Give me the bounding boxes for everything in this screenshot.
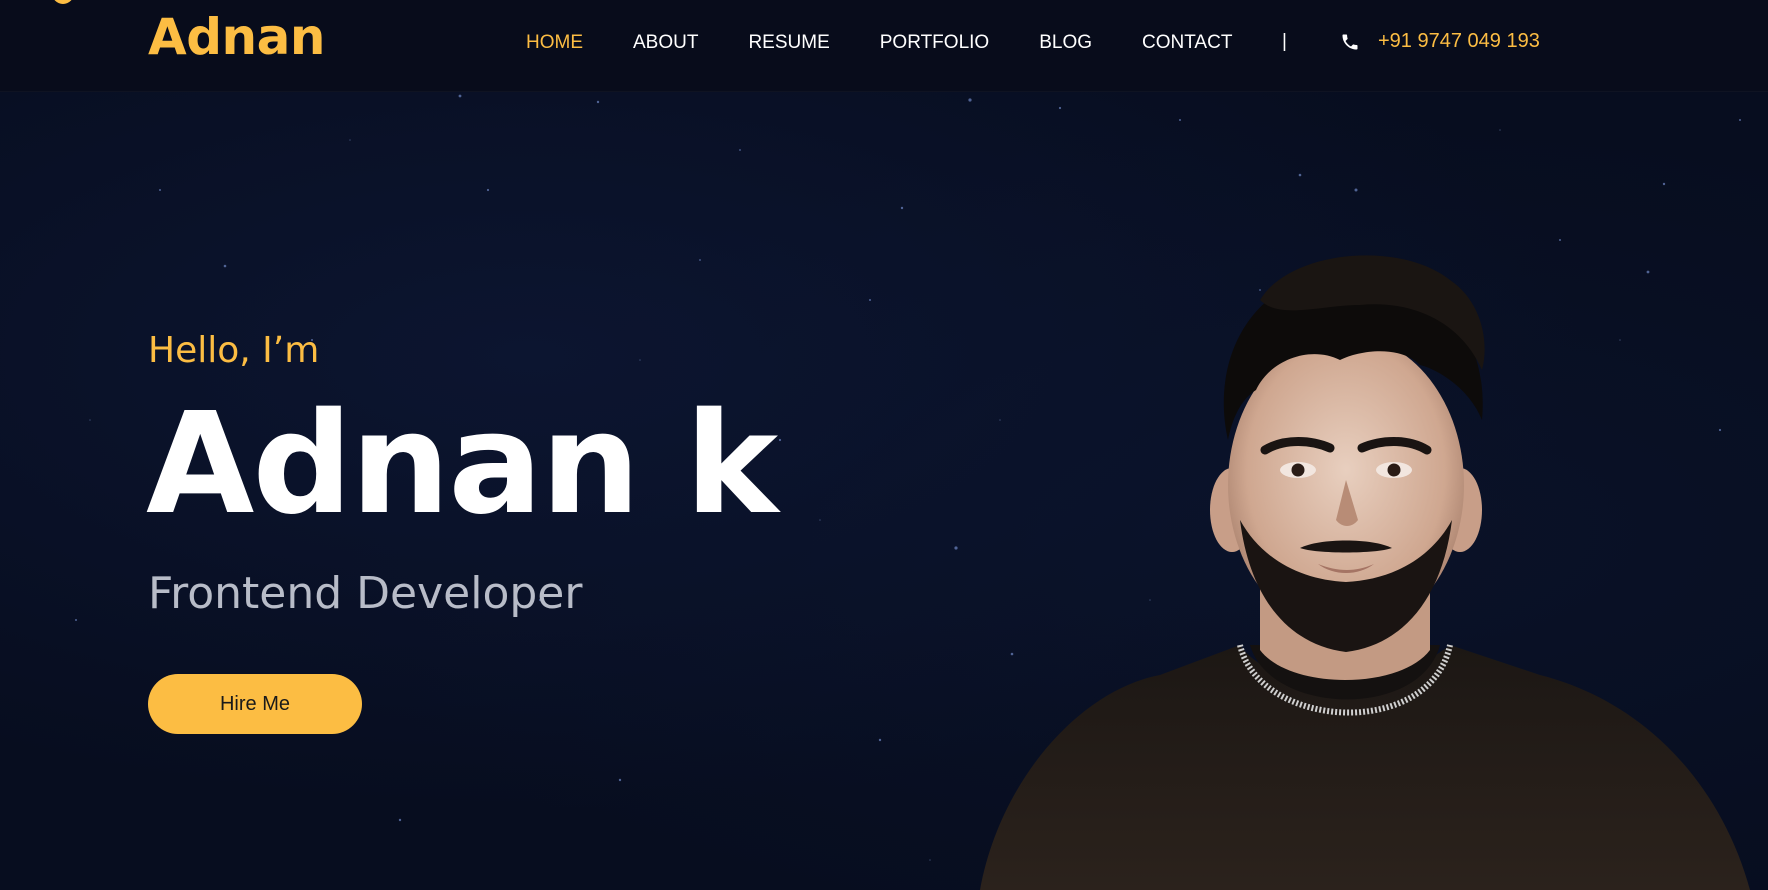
phone-number-link[interactable]: +91 9747 049 193: [1378, 30, 1540, 53]
phone-icon: [1342, 34, 1358, 50]
logo-mark-icon: [52, 0, 74, 4]
hero-name: Adnan k: [146, 383, 778, 546]
nav-about[interactable]: ABOUT: [633, 32, 698, 54]
site-logo[interactable]: Adnan: [148, 8, 325, 66]
page: Adnan HOME ABOUT RESUME PORTFOLIO BLOG C…: [0, 0, 1768, 890]
site-header: Adnan HOME ABOUT RESUME PORTFOLIO BLOG C…: [0, 0, 1768, 92]
nav-separator: |: [1282, 31, 1287, 52]
nav-portfolio[interactable]: PORTFOLIO: [880, 32, 989, 54]
nav-contact[interactable]: CONTACT: [1142, 32, 1232, 54]
main-nav: HOME ABOUT RESUME PORTFOLIO BLOG CONTACT: [526, 26, 1282, 60]
nav-resume[interactable]: RESUME: [748, 32, 829, 54]
profile-photo: [980, 255, 1750, 890]
nav-blog[interactable]: BLOG: [1039, 32, 1092, 54]
hero-role: Frontend Developer: [148, 568, 583, 619]
hire-me-button[interactable]: Hire Me: [148, 674, 362, 734]
hero-greeting: Hello, I’m: [148, 330, 320, 371]
nav-home[interactable]: HOME: [526, 32, 583, 54]
